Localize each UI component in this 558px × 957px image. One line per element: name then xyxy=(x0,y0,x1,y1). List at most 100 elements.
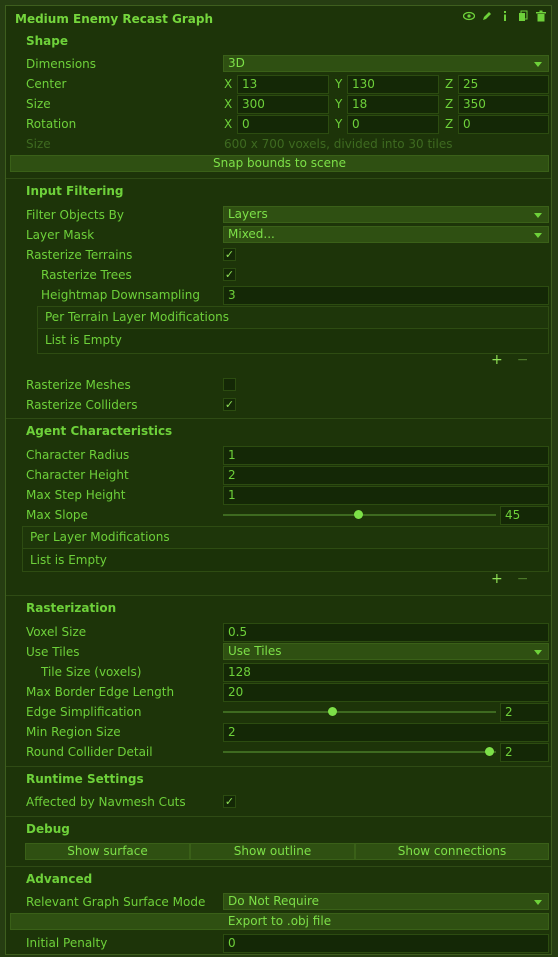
navmesh-cuts-label: Affected by Navmesh Cuts xyxy=(26,795,186,809)
rotation-x-field[interactable]: 0 xyxy=(237,115,329,134)
divider xyxy=(6,866,551,867)
snap-bounds-button[interactable]: Snap bounds to scene xyxy=(10,155,549,172)
dimensions-dropdown[interactable]: 3D xyxy=(223,55,549,72)
graph-inspector-panel: Medium Enemy Recast Graph Shape Dimensio… xyxy=(5,5,552,955)
round-collider-slider-track[interactable] xyxy=(223,751,496,753)
input-filtering-section-title: Input Filtering xyxy=(26,184,124,198)
divider xyxy=(6,595,551,596)
max-step-height-field[interactable]: 1 xyxy=(223,486,549,505)
rasterize-colliders-checkbox[interactable]: ✓ xyxy=(223,398,236,411)
debug-section-title: Debug xyxy=(26,822,70,836)
edge-simplification-slider-handle[interactable] xyxy=(328,707,337,716)
filter-objects-dropdown[interactable]: Layers xyxy=(223,206,549,223)
use-tiles-label: Use Tiles xyxy=(26,645,80,659)
heightmap-downsampling-field[interactable]: 3 xyxy=(223,286,549,305)
max-slope-field[interactable]: 45 xyxy=(500,506,549,525)
layer-list-controls: + − xyxy=(491,571,528,587)
max-slope-label: Max Slope xyxy=(26,508,88,522)
character-radius-label: Character Radius xyxy=(26,448,130,462)
layer-modifications-list: Per Layer Modifications List is Empty xyxy=(22,526,549,572)
rotation-z-axis-label: Z xyxy=(445,117,454,131)
terrain-list-controls: + − xyxy=(491,352,528,368)
heightmap-downsampling-label: Heightmap Downsampling xyxy=(41,288,200,302)
remove-button[interactable]: − xyxy=(517,571,529,587)
add-button[interactable]: + xyxy=(491,352,503,368)
terrain-layer-list: Per Terrain Layer Modifications List is … xyxy=(37,306,549,354)
dimensions-label: Dimensions xyxy=(26,57,97,71)
size-z-field[interactable]: 350 xyxy=(458,95,549,114)
copy-icon[interactable] xyxy=(517,10,529,22)
show-connections-button[interactable]: Show connections xyxy=(355,843,549,860)
size-x-axis-label: X xyxy=(224,97,233,111)
size-label: Size xyxy=(26,97,51,111)
layer-modifications-list-header: Per Layer Modifications xyxy=(23,527,548,549)
layer-mask-label: Layer Mask xyxy=(26,228,95,242)
layer-modifications-list-empty: List is Empty xyxy=(30,553,107,567)
trash-icon[interactable] xyxy=(535,10,547,22)
advanced-section-title: Advanced xyxy=(26,872,93,886)
add-button[interactable]: + xyxy=(491,571,503,587)
export-obj-button[interactable]: Export to .obj file xyxy=(10,913,549,930)
size-z-axis-label: Z xyxy=(445,97,454,111)
tile-size-field[interactable]: 128 xyxy=(223,663,549,682)
agent-section-title: Agent Characteristics xyxy=(26,424,173,438)
character-radius-field[interactable]: 1 xyxy=(223,446,549,465)
size-y-field[interactable]: 18 xyxy=(347,95,439,114)
round-collider-detail-label: Round Collider Detail xyxy=(26,745,153,759)
runtime-section-title: Runtime Settings xyxy=(26,772,144,786)
rasterize-meshes-label: Rasterize Meshes xyxy=(26,378,131,392)
round-collider-detail-field[interactable]: 2 xyxy=(500,743,549,762)
center-y-field[interactable]: 130 xyxy=(347,75,439,94)
navmesh-cuts-checkbox[interactable]: ✓ xyxy=(223,795,236,808)
edge-simplification-slider-track[interactable] xyxy=(223,711,496,713)
rasterize-colliders-label: Rasterize Colliders xyxy=(26,398,138,412)
initial-penalty-field[interactable]: 0 xyxy=(223,934,549,953)
info-icon[interactable] xyxy=(499,10,511,22)
divider xyxy=(6,766,551,767)
graph-title: Medium Enemy Recast Graph xyxy=(15,12,214,26)
min-region-size-field[interactable]: 2 xyxy=(223,723,549,742)
initial-penalty-label: Initial Penalty xyxy=(26,936,108,950)
voxel-size-field[interactable]: 0.5 xyxy=(223,623,549,642)
center-y-axis-label: Y xyxy=(335,77,343,91)
center-label: Center xyxy=(26,77,67,91)
rasterize-trees-checkbox[interactable]: ✓ xyxy=(223,268,236,281)
rasterize-trees-label: Rasterize Trees xyxy=(41,268,132,282)
show-outline-button[interactable]: Show outline xyxy=(190,843,355,860)
rotation-z-field[interactable]: 0 xyxy=(458,115,549,134)
layer-mask-dropdown[interactable]: Mixed... xyxy=(223,226,549,243)
max-slope-slider-handle[interactable] xyxy=(354,510,363,519)
size-info-text: 600 x 700 voxels, divided into 30 tiles xyxy=(224,137,453,151)
pencil-icon[interactable] xyxy=(481,10,493,22)
surface-mode-dropdown[interactable]: Do Not Require xyxy=(223,893,549,910)
terrain-layer-list-empty: List is Empty xyxy=(45,333,122,347)
eye-icon[interactable] xyxy=(462,10,476,22)
rotation-y-axis-label: Y xyxy=(335,117,343,131)
use-tiles-dropdown[interactable]: Use Tiles xyxy=(223,643,549,660)
shape-section-title: Shape xyxy=(26,34,69,48)
rasterize-terrains-label: Rasterize Terrains xyxy=(26,248,133,262)
max-border-edge-label: Max Border Edge Length xyxy=(26,685,175,699)
edge-simplification-field[interactable]: 2 xyxy=(500,703,549,722)
rasterization-section-title: Rasterization xyxy=(26,601,117,615)
rasterize-terrains-checkbox[interactable]: ✓ xyxy=(223,248,236,261)
character-height-field[interactable]: 2 xyxy=(223,466,549,485)
show-surface-button[interactable]: Show surface xyxy=(25,843,190,860)
rasterize-meshes-checkbox[interactable] xyxy=(223,378,236,391)
center-x-field[interactable]: 13 xyxy=(237,75,329,94)
rotation-label: Rotation xyxy=(26,117,77,131)
filter-objects-label: Filter Objects By xyxy=(26,208,125,222)
rotation-y-field[interactable]: 0 xyxy=(347,115,439,134)
divider xyxy=(6,418,551,419)
size-x-field[interactable]: 300 xyxy=(237,95,329,114)
divider xyxy=(6,816,551,817)
size-y-axis-label: Y xyxy=(335,97,343,111)
max-step-height-label: Max Step Height xyxy=(26,488,126,502)
center-z-field[interactable]: 25 xyxy=(458,75,549,94)
voxel-size-label: Voxel Size xyxy=(26,625,87,639)
max-border-edge-field[interactable]: 20 xyxy=(223,683,549,702)
round-collider-slider-handle[interactable] xyxy=(485,747,494,756)
character-height-label: Character Height xyxy=(26,468,129,482)
terrain-layer-list-header: Per Terrain Layer Modifications xyxy=(38,307,548,329)
remove-button[interactable]: − xyxy=(517,352,529,368)
